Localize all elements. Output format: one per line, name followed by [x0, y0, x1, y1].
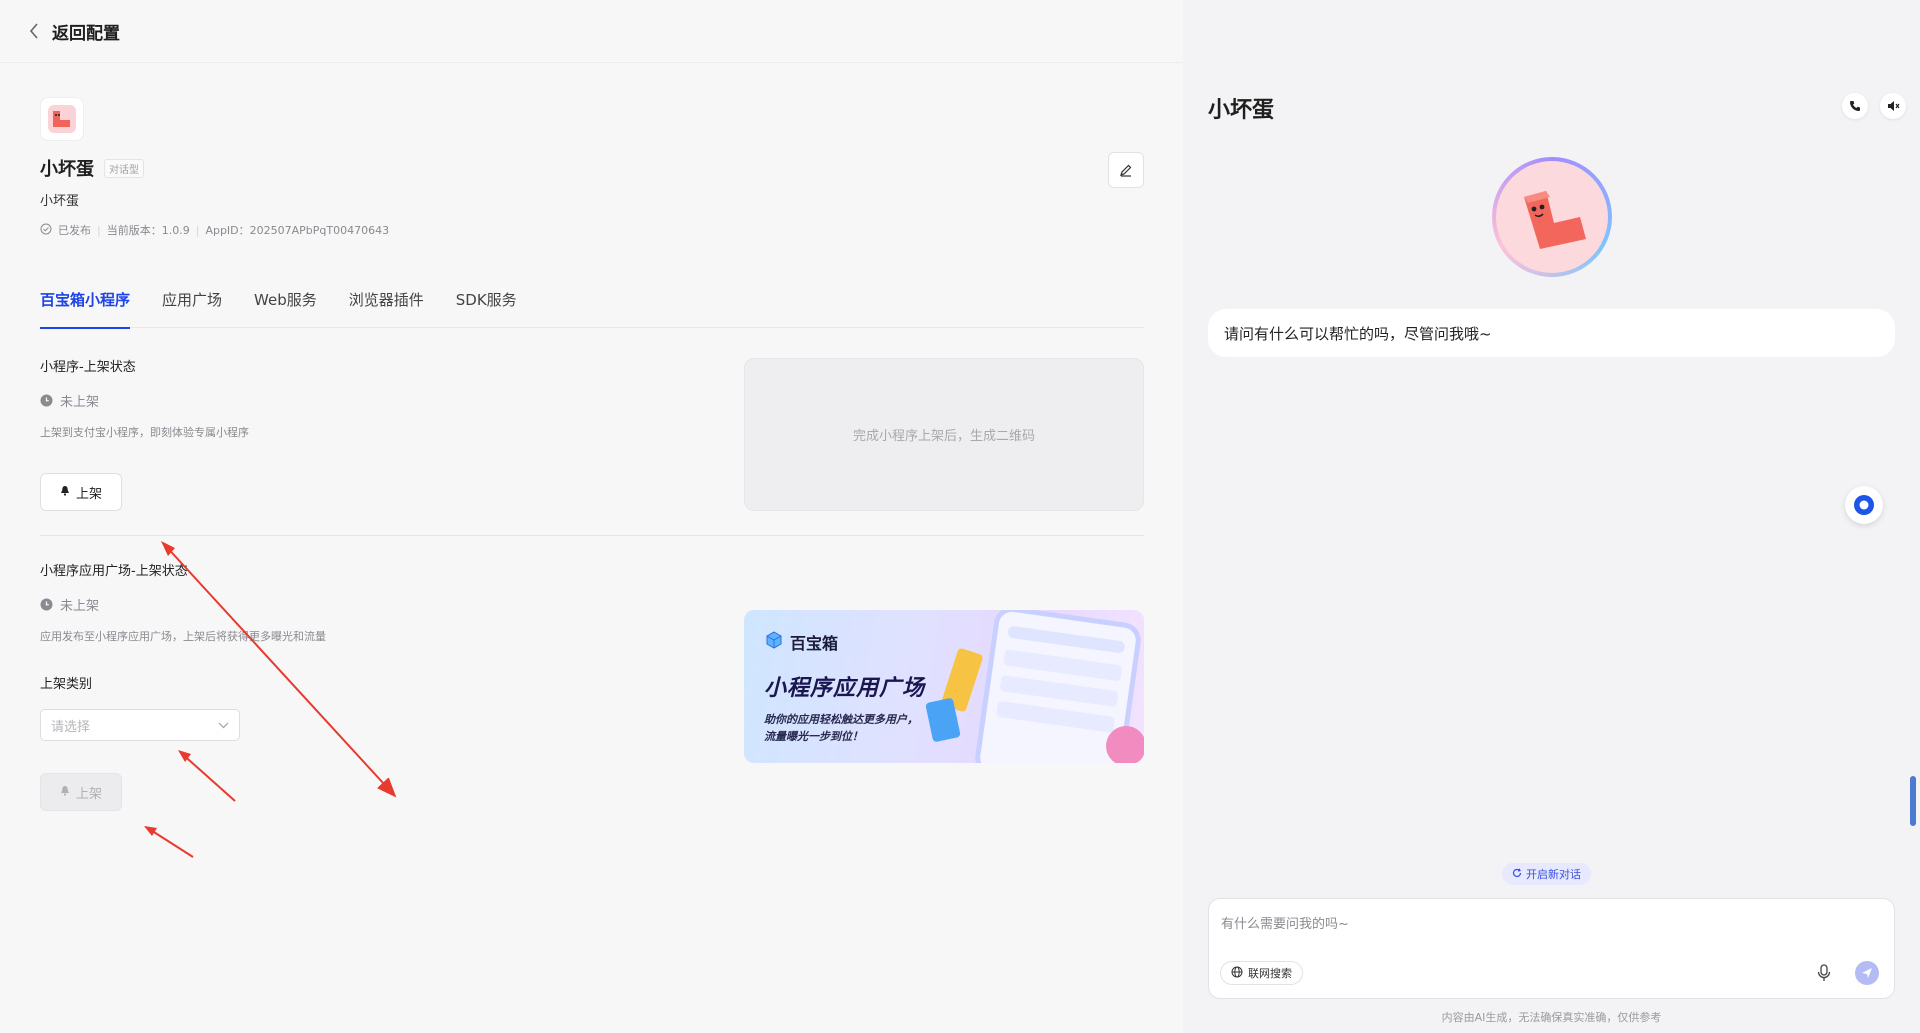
- back-to-config-link[interactable]: 返回配置: [52, 19, 120, 44]
- chat-preview-panel: 小坏蛋 请问有什么可以帮忙的吗，尽管问我哦~ 开启新对话 有什么需要问我的吗~: [1183, 0, 1920, 1033]
- chat-input-placeholder: 有什么需要问我的吗~: [1221, 917, 1349, 932]
- banner-title: 小程序应用广场: [764, 676, 926, 701]
- clock-icon: [40, 394, 53, 407]
- app-square-status-text: 未上架: [60, 599, 100, 614]
- tab-sdk-service[interactable]: SDK服务: [456, 286, 517, 328]
- mini-program-status: 未上架: [40, 391, 99, 410]
- web-search-toggle[interactable]: 联网搜索: [1220, 961, 1303, 985]
- app-square-publish-label: 上架: [75, 786, 102, 802]
- floating-assistant-button[interactable]: [1845, 486, 1883, 524]
- qr-placeholder-text: 完成小程序上架后，生成二维码: [852, 429, 1035, 444]
- tab-mini-program[interactable]: 百宝箱小程序: [40, 286, 131, 329]
- app-logo-icon: [48, 105, 76, 133]
- mini-program-publish-label: 上架: [75, 486, 102, 502]
- chevron-down-icon: [218, 718, 229, 733]
- web-search-label: 联网搜索: [1248, 967, 1292, 980]
- app-type-badge: 对话型: [104, 159, 144, 178]
- clock-icon: [40, 598, 53, 611]
- mute-button[interactable]: [1880, 93, 1906, 119]
- category-select-placeholder: 请选择: [51, 719, 91, 735]
- pink-ball-illustration: [1106, 726, 1144, 763]
- bot-greeting-message: 请问有什么可以帮忙的吗，尽管问我哦~: [1208, 309, 1895, 357]
- chat-input-box[interactable]: 有什么需要问我的吗~ 联网搜索: [1208, 898, 1895, 999]
- mini-program-publish-button[interactable]: 上架: [40, 473, 122, 511]
- scroll-handle[interactable]: [1910, 776, 1916, 826]
- app-id[interactable]: AppID：202507APbPqT00470643: [205, 222, 389, 238]
- phone-call-button[interactable]: [1842, 93, 1868, 119]
- pencil-icon: [1120, 164, 1132, 177]
- app-square-status-title: 小程序应用广场-上架状态: [40, 564, 188, 579]
- meta-divider: |: [195, 223, 200, 237]
- chevron-left-icon[interactable]: [26, 23, 42, 39]
- banner-brand-text: 百宝箱: [790, 634, 839, 653]
- category-label: 上架类别: [40, 677, 93, 692]
- bot-character-icon: [1524, 191, 1586, 249]
- ai-disclaimer: 内容由AI生成，无法确保真实准确，仅供参考: [1441, 1011, 1662, 1024]
- mini-program-status-title: 小程序-上架状态: [40, 360, 136, 375]
- mini-program-status-text: 未上架: [60, 395, 100, 410]
- app-square-hint: 应用发布至小程序应用广场，上架后将获得更多曝光和流量: [40, 630, 326, 643]
- microphone-button[interactable]: [1814, 963, 1834, 983]
- qr-code-placeholder: 完成小程序上架后，生成二维码: [744, 358, 1144, 511]
- bot-avatar: [1492, 157, 1612, 277]
- app-avatar: [40, 97, 84, 141]
- publish-tabs: 百宝箱小程序 应用广场 Web服务 浏览器插件 SDK服务: [40, 286, 1144, 329]
- current-version: 当前版本：1.0.9: [106, 224, 190, 237]
- publish-status: 已发布: [58, 224, 91, 237]
- refresh-icon: [1512, 868, 1522, 881]
- publish-panel: 小坏蛋 对话型 小坏蛋 已发布 | 当前版本：1.0.9 | AppID：202…: [0, 64, 1182, 1033]
- send-button[interactable]: [1855, 961, 1879, 985]
- bell-icon: [60, 785, 70, 800]
- phone-icon: [1850, 101, 1860, 111]
- bell-icon: [60, 485, 70, 500]
- meta-divider: |: [97, 223, 101, 237]
- banner-subtitle-2: 流量曝光一步到位！: [764, 730, 863, 743]
- chat-bubble-icon: [1854, 495, 1874, 515]
- app-square-publish-button[interactable]: 上架: [40, 773, 122, 811]
- globe-icon: [1231, 966, 1243, 981]
- cube-logo-icon: [764, 630, 784, 654]
- banner-brand: 百宝箱: [764, 630, 838, 654]
- send-icon: [1862, 968, 1872, 978]
- section-divider: [40, 535, 1144, 536]
- new-chat-button[interactable]: 开启新对话: [1502, 863, 1591, 885]
- chat-title: 小坏蛋: [1208, 98, 1275, 123]
- speaker-mute-icon: [1887, 101, 1899, 111]
- tab-browser-plugin[interactable]: 浏览器插件: [349, 286, 424, 328]
- check-circle-icon: [40, 223, 52, 238]
- app-description: 小坏蛋: [40, 194, 80, 209]
- microphone-icon: [1817, 964, 1831, 981]
- category-select[interactable]: 请选择: [40, 709, 240, 741]
- edit-button[interactable]: [1108, 152, 1144, 188]
- banner-subtitle-1: 助你的应用轻松触达更多用户，: [764, 713, 918, 726]
- app-square-status: 未上架: [40, 595, 99, 614]
- mini-program-hint: 上架到支付宝小程序，即刻体验专属小程序: [40, 426, 249, 439]
- app-square-banner: 百宝箱 小程序应用广场 助你的应用轻松触达更多用户， 流量曝光一步到位！: [744, 610, 1144, 763]
- tab-web-service[interactable]: Web服务: [254, 286, 317, 328]
- app-name: 小坏蛋: [40, 159, 94, 180]
- top-bar: 返回配置: [0, 0, 1182, 63]
- app-meta: 已发布 | 当前版本：1.0.9 | AppID：202507APbPqT004…: [40, 222, 389, 238]
- new-chat-label: 开启新对话: [1526, 868, 1581, 881]
- tab-app-square[interactable]: 应用广场: [162, 286, 222, 328]
